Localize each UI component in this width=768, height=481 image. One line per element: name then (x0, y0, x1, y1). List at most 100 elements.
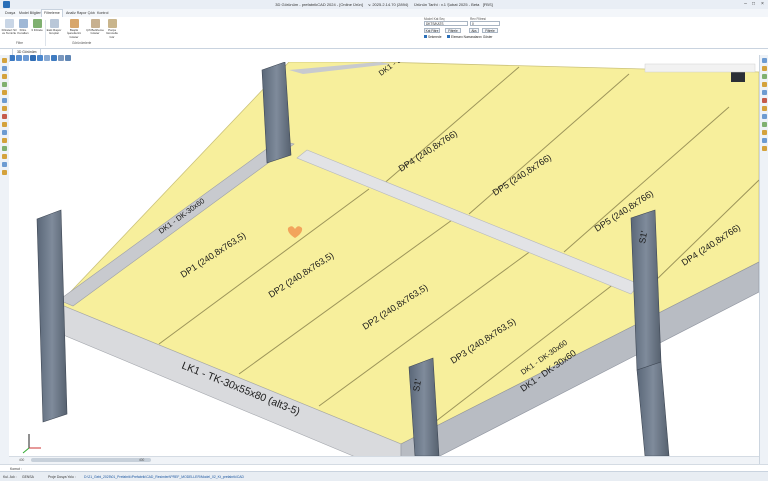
pan-icon[interactable] (58, 55, 64, 61)
tab-analiz-rapor[interactable]: Analiz Rapor Çıktı (64, 10, 97, 17)
window-extra: [FBS] (482, 2, 493, 7)
trim-icon[interactable] (2, 122, 7, 127)
scroll-right-num: 400 (139, 458, 145, 462)
axis-y-icon (22, 447, 30, 454)
part-update-button[interactable]: Parça Güncelle Gör (104, 19, 120, 39)
checkbox-icon (424, 35, 427, 39)
check-element-numbers-label: Elemanı Numaralarını Göster (451, 35, 493, 39)
ribbon: Filtreleri Sil ve Temizle Filtre Kuralla… (0, 17, 768, 49)
layer-icon[interactable] (2, 146, 7, 151)
user-label: Kul. Adı : (3, 474, 17, 479)
snap-icon[interactable] (2, 170, 7, 175)
view-toolbar (9, 55, 72, 62)
tab-dosya[interactable]: Dosya (3, 10, 17, 17)
filter-button-2[interactable]: Filtrele (482, 28, 498, 33)
shade-icon[interactable] (762, 90, 767, 95)
part-update-icon (107, 19, 117, 28)
grid-icon[interactable] (2, 130, 7, 135)
check-element-numbers[interactable]: Elemanı Numaralarını Göster (447, 35, 492, 39)
report-groups-label: Eski Rapor Gruplar (46, 28, 62, 36)
pencil-icon[interactable] (2, 58, 7, 63)
minimize-icon[interactable]: – (742, 1, 749, 8)
report-groups-button[interactable]: Eski Rapor Gruplar (46, 19, 62, 39)
rev-select[interactable]: 0 (470, 21, 500, 26)
command-prompt: Komut : (10, 466, 22, 471)
floor-select[interactable]: DKTS/KATS (424, 21, 468, 26)
tab-kontrol[interactable]: Kontrol (95, 10, 110, 17)
window-title-text: 3D Görünüm - prefabrikCAD 2024 - [Online… (275, 2, 363, 7)
move-icon[interactable] (2, 82, 7, 87)
light-icon[interactable] (762, 66, 767, 71)
double-select-icon (90, 19, 100, 28)
line-icon[interactable] (2, 66, 7, 71)
double-select-label: Çift Belirleme Göster (86, 28, 104, 36)
user-value: GENSA (22, 474, 34, 479)
apply-filter-label: 3 Filtrele (31, 28, 43, 32)
path-label: Proje Dosya Yolu : (48, 474, 76, 479)
column-front-left (36, 209, 68, 423)
axis-button[interactable]: Aks (469, 28, 479, 33)
view-cube-icon[interactable] (762, 58, 767, 63)
filter-button-1[interactable]: Filtrele (445, 28, 461, 33)
part-update-label: Parça Güncelle Gör (106, 28, 118, 39)
check-sekmede[interactable]: Sekmede (424, 35, 441, 39)
scroll-thumb[interactable] (31, 458, 151, 462)
filter-rules-label: Filtre Kuralları (17, 28, 29, 36)
maximize-icon[interactable]: □ (750, 1, 757, 8)
axis-icon[interactable] (2, 162, 7, 167)
document-tab-3d[interactable]: 3D Görünüm (12, 48, 42, 55)
view-front-icon[interactable] (16, 55, 22, 61)
view-side-icon[interactable] (23, 55, 29, 61)
clear-filter-icon (4, 19, 14, 28)
group-label-gorunumlerle: Görünümlerle (72, 41, 92, 45)
section-icon[interactable] (762, 74, 767, 79)
view-top-icon[interactable] (30, 55, 36, 61)
double-select-button[interactable]: Çift Belirleme Göster (85, 19, 105, 39)
hatch-icon[interactable] (2, 154, 7, 159)
path-value: D:\21_Gebi_2025\01_Prefabrik\Prefabrik\C… (84, 474, 244, 479)
tab-filtreleme[interactable]: Filtreleme (41, 9, 63, 17)
print-icon[interactable] (762, 146, 767, 151)
window-title: 3D Görünüm - prefabrikCAD 2024 - [Online… (0, 2, 768, 7)
filter-rules-icon (18, 19, 28, 28)
settings-icon[interactable] (65, 55, 71, 61)
measure-icon[interactable] (2, 98, 7, 103)
zoom-icon[interactable] (51, 55, 57, 61)
apply-filter-button[interactable]: 3 Filtrele (29, 19, 45, 39)
color-icon[interactable] (762, 122, 767, 127)
checkbox-icon (447, 35, 450, 39)
close-icon[interactable]: × (759, 1, 766, 8)
view-iso-icon[interactable] (37, 55, 43, 61)
horizontal-scrollbar[interactable]: 400 400 (9, 456, 759, 464)
wire-icon[interactable] (762, 82, 767, 87)
model-canvas[interactable]: DP4 (240,8x766) DP5 (240,8x766) DP5 (240… (9, 62, 759, 456)
camera-icon[interactable] (762, 138, 767, 143)
funnel-icon (32, 19, 42, 28)
scroll-left-num: 400 (19, 458, 25, 462)
hide-icon[interactable] (762, 98, 767, 103)
show-headers-label: Başlık İşaretlerini Göster (67, 28, 81, 39)
menu-tabs: Dosya Model Bilgileri Filtreleme Analiz … (0, 9, 768, 17)
window-version: v. 2025.2.14.70 (2894) (368, 2, 409, 7)
3d-viewport[interactable]: DP4 (240,8x766) DP5 (240,8x766) DP5 (240… (9, 62, 759, 456)
isolate-icon[interactable] (762, 106, 767, 111)
text-icon[interactable] (2, 138, 7, 143)
report-icon (49, 19, 59, 28)
show-headers-button[interactable]: Başlık İşaretlerini Göster (64, 19, 84, 39)
flag-icon (69, 19, 79, 28)
delete-icon[interactable] (2, 114, 7, 119)
edit-icon[interactable] (2, 74, 7, 79)
group-label-filtre: Filtre (16, 41, 24, 45)
explode-icon[interactable] (762, 114, 767, 119)
view-info-bar (644, 63, 756, 73)
copy-icon[interactable] (2, 90, 7, 95)
dimension-icon[interactable] (2, 106, 7, 111)
check-sekmede-label: Sekmede (428, 35, 442, 39)
right-toolbar (759, 55, 768, 464)
tab-model-bilgileri[interactable]: Model Bilgileri (17, 10, 43, 17)
floor-filter-button[interactable]: Kat Filtre (424, 28, 440, 33)
column-right-lower (636, 361, 670, 456)
rotate-icon[interactable] (44, 55, 50, 61)
render-icon[interactable] (762, 130, 767, 135)
window-license: Ürünün Tarihi : v.1 Şubat 2025 - Beta (413, 2, 480, 7)
